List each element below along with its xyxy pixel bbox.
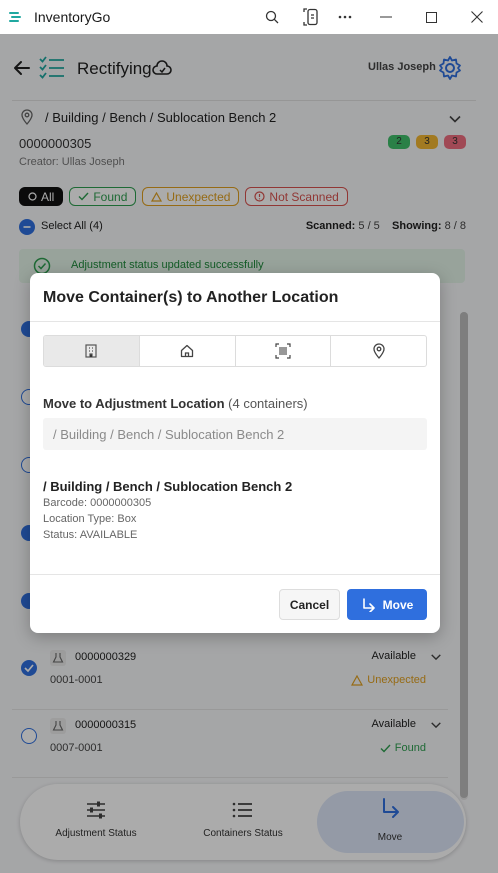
cancel-button[interactable]: Cancel — [279, 589, 340, 620]
dialog-footer-divider — [30, 574, 440, 575]
more-button[interactable] — [327, 0, 363, 34]
location-pin-icon — [372, 343, 385, 359]
app-logo-icon — [9, 12, 21, 22]
scan-device-icon — [303, 8, 318, 26]
building-icon — [85, 344, 97, 358]
selected-location-barcode: Barcode: 0000000305 — [43, 497, 152, 509]
scan-button[interactable] — [294, 0, 330, 34]
location-type-tabs — [43, 335, 427, 367]
maximize-icon — [425, 11, 437, 23]
minimize-button[interactable] — [368, 0, 404, 34]
move-arrow-icon — [362, 597, 375, 612]
minimize-icon — [380, 16, 392, 18]
barcode-scan-icon — [275, 343, 291, 359]
tab-barcode[interactable] — [236, 336, 332, 366]
tab-location[interactable] — [331, 336, 426, 366]
move-button[interactable]: Move — [347, 589, 427, 620]
home-icon — [180, 344, 194, 358]
selected-location-type: Location Type: Box — [43, 513, 137, 525]
move-target-label: Move to Adjustment Location (4 container… — [43, 396, 308, 411]
search-icon — [265, 10, 279, 24]
more-icon — [338, 15, 352, 19]
close-icon — [471, 11, 483, 23]
move-button-label: Move — [382, 597, 414, 612]
window-titlebar: InventoryGo — [0, 0, 498, 34]
move-label-text: Move to Adjustment Location — [43, 396, 225, 411]
close-button[interactable] — [459, 0, 495, 34]
search-button[interactable] — [254, 0, 290, 34]
location-search-input[interactable] — [43, 418, 427, 450]
dialog-divider — [30, 321, 440, 322]
window-title: InventoryGo — [34, 9, 111, 25]
dialog-title: Move Container(s) to Another Location — [43, 289, 339, 306]
selected-location-title: / Building / Bench / Sublocation Bench 2 — [43, 479, 293, 494]
tab-home[interactable] — [140, 336, 236, 366]
move-container-dialog: Move Container(s) to Another Location Mo… — [30, 273, 440, 633]
tab-building[interactable] — [44, 336, 140, 366]
container-count: (4 containers) — [228, 396, 308, 411]
maximize-button[interactable] — [413, 0, 449, 34]
selected-location-status: Status: AVAILABLE — [43, 529, 138, 541]
